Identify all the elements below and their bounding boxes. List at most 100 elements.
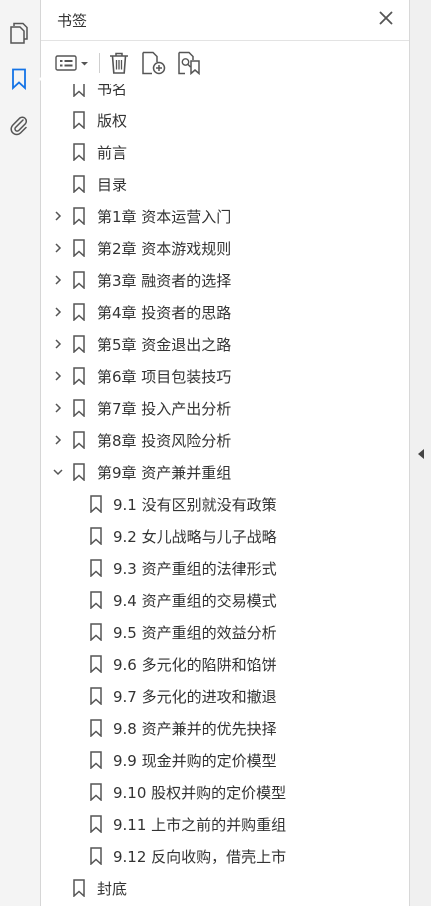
bookmark-icon [90,623,102,641]
bookmark-icon [90,783,102,801]
bookmark-label: 9.12 反向收购，借壳上市 [113,847,287,866]
chevron-right-icon[interactable] [52,370,64,382]
bookmark-row[interactable]: 9.12 反向收购，借壳上市 [41,840,393,872]
bookmark-icon [90,527,102,545]
bookmark-row[interactable]: 9.9 现金并购的定价模型 [41,744,393,776]
bookmark-label: 目录 [97,175,128,194]
toolbar-divider [99,53,100,73]
options-menu-icon [55,55,88,71]
bookmark-icon [90,559,102,577]
bookmark-label: 第5章 资金退出之路 [97,335,232,354]
bookmark-from-selection-button[interactable] [177,50,201,76]
bookmark-label: 版权 [97,111,128,130]
bookmark-icon [73,84,85,97]
bookmark-row[interactable]: 第6章 项目包装技巧 [41,360,393,392]
bookmark-row[interactable]: 9.11 上市之前的并购重组 [41,808,393,840]
bookmarks-panel: 书签 书名 版权 前言 目录 第1章 资本运营入门 第2章 资本游戏规则 第3章… [41,0,409,906]
bookmark-row[interactable]: 第9章 资产兼并重组 [41,456,393,488]
bookmark-icon [73,239,85,257]
bookmark-row[interactable]: 书名 [41,84,393,104]
collapse-arrow-icon [418,449,424,459]
bookmark-row[interactable]: 目录 [41,168,393,200]
chevron-right-icon[interactable] [52,306,64,318]
bookmark-row[interactable]: 9.5 资产重组的效益分析 [41,616,393,648]
bookmark-row[interactable]: 版权 [41,104,393,136]
panel-title: 书签 [57,12,88,30]
bookmark-label: 书名 [97,84,128,98]
delete-icon [110,52,128,74]
bookmark-icon [73,431,85,449]
bookmark-label: 9.1 没有区别就没有政策 [113,495,277,514]
delete-bookmark-button[interactable] [107,50,131,76]
chevron-right-icon[interactable] [52,434,64,446]
bookmark-label: 第3章 融资者的选择 [97,271,232,290]
bookmark-row[interactable]: 9.3 资产重组的法律形式 [41,552,393,584]
bookmark-label: 9.3 资产重组的法律形式 [113,559,277,578]
bookmark-row[interactable]: 第2章 资本游戏规则 [41,232,393,264]
bookmark-label: 9.2 女儿战略与儿子战略 [113,527,277,546]
bookmarks-panel-button[interactable] [6,66,46,92]
bookmark-label: 第8章 投资风险分析 [97,431,232,450]
chevron-down-icon[interactable] [52,466,64,478]
pages-icon [10,22,28,44]
bookmark-row[interactable]: 第4章 投资者的思路 [41,296,393,328]
bookmark-row[interactable]: 9.4 资产重组的交易模式 [41,584,393,616]
new-bookmark-icon [142,51,166,75]
bookmark-label: 第9章 资产兼并重组 [97,463,232,482]
bookmark-row[interactable]: 9.6 多元化的陷阱和馅饼 [41,648,393,680]
bookmark-label: 前言 [97,143,128,162]
chevron-right-icon[interactable] [52,338,64,350]
bookmark-toolbar [41,40,409,85]
bookmark-from-selection-icon [178,51,200,75]
chevron-right-icon[interactable] [52,242,64,254]
bookmark-icon [73,367,85,385]
options-menu-button[interactable] [55,50,93,76]
bookmark-label: 封底 [97,879,128,898]
bookmark-icon [90,815,102,833]
bookmark-row[interactable]: 封底 [41,872,393,904]
close-panel-button[interactable] [377,9,395,27]
bookmark-row[interactable]: 9.7 多元化的进攻和撤退 [41,680,393,712]
bookmark-icon [73,207,85,225]
bookmark-label: 第2章 资本游戏规则 [97,239,232,258]
bookmark-row[interactable]: 9.2 女儿战略与儿子战略 [41,520,393,552]
bookmark-tree: 书名版权前言目录第1章 资本运营入门第2章 资本游戏规则 第3章 融资者的选择第4… [41,84,393,906]
bookmark-row[interactable]: 前言 [41,136,393,168]
bookmark-icon [73,879,85,897]
bookmark-label: 9.11 上市之前的并购重组 [113,815,287,834]
close-icon [379,11,393,25]
attachments-button[interactable] [6,112,32,138]
bookmark-label: 9.7 多元化的进攻和撤退 [113,687,277,706]
new-bookmark-button[interactable] [141,50,167,76]
bookmark-row[interactable]: 第1章 资本运营入门 [41,200,393,232]
bookmark-icon [90,751,102,769]
bookmark-icon [73,399,85,417]
bookmark-icon [90,655,102,673]
bookmark-label: 9.9 现金并购的定价模型 [113,751,277,770]
bookmark-row[interactable]: 第5章 资金退出之路 [41,328,393,360]
chevron-right-icon[interactable] [52,210,64,222]
bookmark-icon [73,463,85,481]
bookmark-row[interactable]: 9.10 股权并购的定价模型 [41,776,393,808]
bookmark-icon [90,847,102,865]
bookmark-label: 第6章 项目包装技巧 [97,367,232,386]
chevron-right-icon[interactable] [52,274,64,286]
bookmark-icon [90,495,102,513]
panel-header: 书签 [41,0,409,38]
chevron-right-icon[interactable] [52,402,64,414]
bookmark-label: 第7章 投入产出分析 [97,399,232,418]
bookmark-row[interactable]: 第7章 投入产出分析 [41,392,393,424]
bookmark-row[interactable]: 9.8 资产兼并的优先抉择 [41,712,393,744]
panel-collapse-strip[interactable] [409,0,431,906]
bookmark-label: 9.8 资产兼并的优先抉择 [113,719,277,738]
bookmark-icon [90,719,102,737]
attachment-icon [10,116,27,136]
bookmark-row[interactable]: 9.1 没有区别就没有政策 [41,488,393,520]
pages-thumbnails-button[interactable] [6,20,32,46]
bookmark-icon [73,111,85,129]
bookmark-row[interactable]: 第3章 融资者的选择 [41,264,393,296]
bookmark-row[interactable]: 第8章 投资风险分析 [41,424,393,456]
bookmark-icon [73,143,85,161]
bookmark-label: 9.5 资产重组的效益分析 [113,623,277,642]
bookmark-label: 9.10 股权并购的定价模型 [113,783,287,802]
